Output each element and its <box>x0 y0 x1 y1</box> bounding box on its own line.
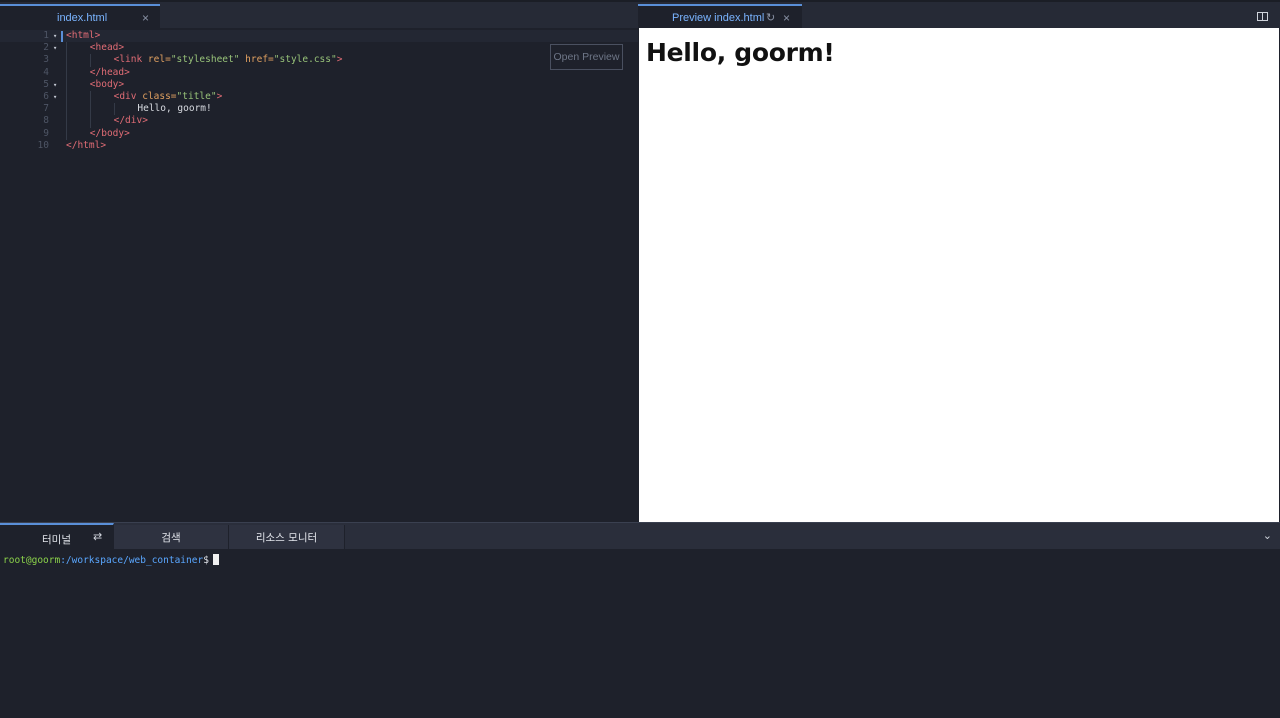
code-token: <link <box>113 54 148 66</box>
preview-viewport: Hello, goorm! <box>639 28 1279 522</box>
line-number: 3 <box>43 54 49 66</box>
terminal-prompt: root@goorm:/workspace/web_container$ <box>3 554 219 566</box>
indent-guide <box>89 54 91 67</box>
tab-label: Preview index.html <box>672 12 765 24</box>
code-token: </body> <box>89 127 130 139</box>
code-text: Hello, goorm! <box>137 103 211 115</box>
line-number: 4 <box>43 66 49 78</box>
line-number: 6 <box>43 90 49 102</box>
code-token: </html> <box>66 139 107 151</box>
code-token: <body> <box>89 78 125 90</box>
fold-arrow-icon[interactable]: ▾ <box>53 30 57 42</box>
sync-icon[interactable]: ⇄ <box>93 530 102 543</box>
code-token: <html> <box>66 30 101 41</box>
code-text: <html> <box>66 30 100 42</box>
code-text: </html> <box>66 140 106 152</box>
tab-terminal[interactable]: 터미널 ⇄ <box>0 523 114 550</box>
code-token: rel= <box>147 54 171 66</box>
code-line[interactable]: 2 ▾ <head> <box>0 42 638 55</box>
code-token: "stylesheet" <box>170 54 240 66</box>
indent-guide <box>89 115 91 128</box>
line-number: 10 <box>37 139 49 151</box>
editor-tabbar: index.html × <box>0 0 638 30</box>
fold-arrow-icon[interactable]: ▾ <box>53 42 57 54</box>
preview-tabbar: Preview index.html ↻ × <box>638 0 1280 30</box>
tab-index-html[interactable]: index.html × <box>0 4 160 30</box>
code-line[interactable]: 1 ▾ <html> <box>0 30 638 43</box>
code-token: <head> <box>89 42 125 54</box>
code-text: </div> <box>114 115 148 127</box>
text-cursor <box>61 31 63 42</box>
code-line[interactable]: 8 </div> <box>0 115 638 128</box>
indent-guide <box>66 66 67 79</box>
line-number: 7 <box>43 103 49 115</box>
terminal-cursor <box>212 554 219 565</box>
code-text: <body> <box>90 79 124 91</box>
code-text: <link rel="stylesheet" href="style.css"> <box>114 54 343 66</box>
code-token: > <box>336 54 343 66</box>
preview-heading: Hello, goorm! <box>646 38 835 67</box>
code-token: "title" <box>176 90 217 102</box>
tab-label: 터미널 <box>42 534 71 546</box>
indent-guide <box>89 103 91 116</box>
indent-guide <box>66 78 67 91</box>
code-token: <div <box>113 90 143 102</box>
tab-label: 검색 <box>161 532 181 544</box>
tab-label: 리소스 모니터 <box>255 532 318 544</box>
close-icon[interactable]: × <box>783 11 790 25</box>
tab-resource-monitor[interactable]: 리소스 모니터 <box>229 525 345 550</box>
code-text: </head> <box>90 67 130 79</box>
code-text: </body> <box>90 128 130 140</box>
line-number: 9 <box>43 127 49 139</box>
refresh-icon[interactable]: ↻ <box>766 11 775 24</box>
code-line[interactable]: 10 </html> <box>0 140 638 152</box>
indent-guide <box>66 42 67 55</box>
indent-guide <box>66 90 67 104</box>
code-line[interactable]: 4 </head> <box>0 66 638 79</box>
line-number: 1 <box>43 30 49 41</box>
line-number: 5 <box>43 78 49 90</box>
indent-guide <box>89 90 91 104</box>
code-text: <div class="title"> <box>114 91 223 103</box>
code-token: Hello, goorm! <box>137 103 212 115</box>
fold-arrow-icon[interactable]: ▾ <box>53 79 57 91</box>
code-token: > <box>216 90 223 102</box>
code-token: </div> <box>113 115 148 127</box>
code-text: <head> <box>90 42 124 54</box>
fold-arrow-icon[interactable]: ▾ <box>53 91 57 103</box>
code-line[interactable]: 3 <link rel="stylesheet" href="style.css"… <box>0 54 638 67</box>
code-token: href= <box>239 54 274 66</box>
chevron-down-icon[interactable]: ⌄ <box>1263 529 1272 542</box>
indent-guide <box>66 127 67 140</box>
editor-pane: index.html × 1 ▾ <html> 2 ▾ <head> 3 <link rel=… <box>0 0 638 522</box>
indent-guide <box>66 103 67 116</box>
code-token: class= <box>142 90 177 102</box>
tab-label: index.html <box>57 12 108 24</box>
code-editor[interactable]: 1 ▾ <html> 2 ▾ <head> 3 <link rel="stylesheet" … <box>0 30 638 522</box>
code-line[interactable]: 9 </body> <box>0 127 638 140</box>
prompt-user: root@goorm <box>3 555 61 566</box>
tab-search[interactable]: 검색 <box>114 525 229 550</box>
prompt-sign: $ <box>203 555 209 566</box>
open-preview-button[interactable]: Open Preview <box>550 44 623 70</box>
close-icon[interactable]: × <box>142 11 149 25</box>
code-line[interactable]: 7 Hello, goorm! <box>0 103 638 116</box>
bottom-panel-tabbar: 터미널 ⇄ 검색 리소스 모니터 ⌄ <box>0 522 1280 550</box>
code-line[interactable]: 6 ▾ <div class="title"> <box>0 90 638 104</box>
indent-guide <box>66 54 67 67</box>
indent-guide <box>113 103 115 116</box>
preview-pane: Preview index.html ↻ × Hello, goorm! <box>638 0 1280 522</box>
code-line[interactable]: 5 ▾ <body> <box>0 78 638 91</box>
terminal[interactable]: root@goorm:/workspace/web_container$ <box>0 549 1280 718</box>
code-token: </head> <box>89 66 130 78</box>
line-number: 8 <box>43 115 49 127</box>
split-view-icon[interactable] <box>1257 12 1268 21</box>
indent-guide <box>66 115 67 128</box>
code-token: "style.css" <box>273 54 337 66</box>
line-number: 2 <box>43 42 49 54</box>
prompt-path: :/workspace/web_container <box>60 555 204 566</box>
tab-preview-index-html[interactable]: Preview index.html ↻ × <box>638 4 802 30</box>
